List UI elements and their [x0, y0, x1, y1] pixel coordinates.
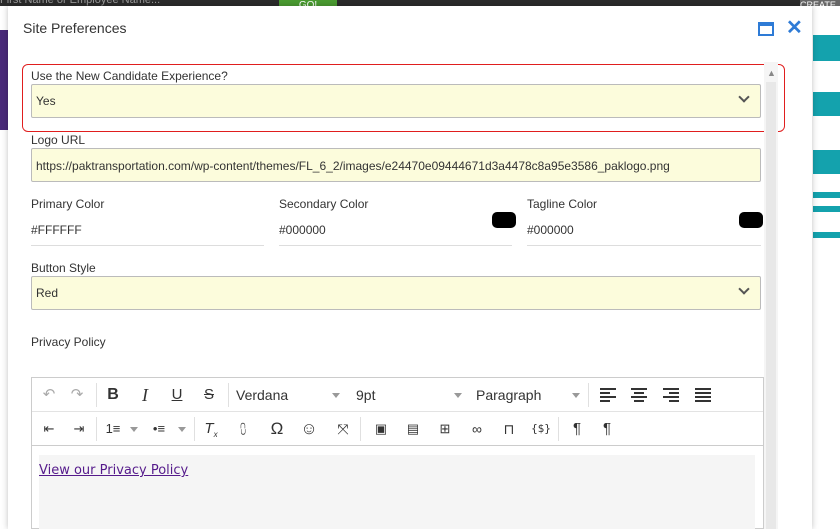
bold-icon[interactable]: B: [100, 382, 126, 408]
font-size-value: 9pt: [356, 387, 376, 403]
background-stripe: [813, 150, 840, 174]
font-family-dropdown[interactable]: Verdana: [236, 382, 346, 408]
insert-link-icon[interactable]: ∞: [464, 416, 490, 442]
caret-down-icon: [572, 393, 580, 398]
secondary-color-label: Secondary Color: [279, 197, 369, 211]
toolbar-divider: [588, 383, 589, 407]
block-format-dropdown[interactable]: Paragraph: [476, 382, 586, 408]
caret-down-icon: [332, 393, 340, 398]
caret-down-icon[interactable]: [130, 427, 138, 432]
editor-toolbar-row-1: ↶ ↷ B I U S Verdana 9pt Paragraph: [32, 378, 763, 412]
numbered-list-icon[interactable]: 1≡: [100, 416, 126, 442]
background-stripe: [813, 232, 840, 238]
background-stripe: [813, 192, 840, 198]
close-icon[interactable]: ✕: [786, 17, 803, 39]
insert-video-icon[interactable]: ▤: [400, 416, 426, 442]
button-style-label: Button Style: [31, 261, 96, 275]
strikethrough-icon[interactable]: S: [196, 382, 222, 408]
secondary-color-input[interactable]: #000000: [279, 212, 512, 246]
tagline-color-label: Tagline Color: [527, 197, 598, 211]
emoji-icon[interactable]: ☺: [296, 416, 322, 442]
rtl-direction-icon[interactable]: ¶: [594, 416, 620, 442]
primary-color-value: #FFFFFF: [31, 223, 82, 237]
dialog-scrollbar[interactable]: ▲: [764, 62, 778, 529]
align-justify-icon[interactable]: [695, 388, 711, 402]
background-stripe: [813, 35, 840, 61]
italic-icon[interactable]: I: [132, 382, 158, 408]
font-size-dropdown[interactable]: 9pt: [356, 382, 466, 408]
toolbar-divider: [558, 417, 559, 441]
align-right-icon[interactable]: [663, 388, 679, 402]
highlight-annotation: [22, 64, 785, 132]
primary-color-label: Primary Color: [31, 197, 105, 211]
dialog-header: Site Preferences ✕: [8, 6, 812, 50]
caret-down-icon[interactable]: [178, 427, 186, 432]
source-code-icon[interactable]: {$}: [528, 416, 554, 442]
align-left-icon[interactable]: [600, 388, 616, 402]
privacy-policy-label: Privacy Policy: [31, 335, 106, 349]
scroll-up-icon[interactable]: ▲: [767, 68, 776, 78]
chevron-down-icon: [738, 283, 750, 295]
underline-icon[interactable]: U: [164, 382, 190, 408]
align-center-icon[interactable]: [631, 388, 647, 402]
background-stripe: [813, 92, 840, 116]
dialog-body: Use the New Candidate Experience? Yes Lo…: [14, 62, 785, 529]
page-break-icon[interactable]: ⩇: [230, 416, 256, 442]
privacy-policy-link[interactable]: View our Privacy Policy: [39, 463, 188, 478]
undo-icon[interactable]: ↶: [36, 382, 62, 408]
special-character-icon[interactable]: Ω: [264, 416, 290, 442]
indent-icon[interactable]: ⇥: [66, 416, 92, 442]
redo-icon[interactable]: ↷: [64, 382, 90, 408]
editor-toolbar-row-2: ⇤ ⇥ 1≡ •≡ Tx ⩇ Ω ☺ ⤧ ▣ ▤ ⊞ ∞ ⊓ {$} ¶ ¶: [32, 412, 763, 446]
privacy-policy-editor: ↶ ↷ B I U S Verdana 9pt Paragraph ⇤ ⇥ 1≡…: [31, 377, 764, 529]
bookmark-icon[interactable]: ⊓: [496, 416, 522, 442]
editor-content-area[interactable]: View our Privacy Policy: [39, 455, 755, 529]
dialog-title: Site Preferences: [23, 20, 127, 36]
secondary-color-value: #000000: [279, 223, 326, 237]
tagline-color-input[interactable]: #000000: [527, 212, 761, 246]
insert-image-icon[interactable]: ▣: [368, 416, 394, 442]
toolbar-divider: [96, 383, 97, 407]
logo-url-label: Logo URL: [31, 133, 86, 147]
outdent-icon[interactable]: ⇤: [36, 416, 62, 442]
preferences-form: Use the New Candidate Experience? Yes Lo…: [14, 62, 785, 529]
insert-table-icon[interactable]: ⊞: [432, 416, 458, 442]
toolbar-divider: [194, 417, 195, 441]
site-preferences-dialog: Site Preferences ✕ Use the New Candidate…: [8, 6, 812, 529]
button-style-value: Red: [36, 286, 59, 300]
maximize-icon[interactable]: [758, 22, 774, 36]
secondary-color-swatch[interactable]: [492, 212, 516, 228]
button-style-select[interactable]: Red: [31, 276, 761, 310]
caret-down-icon: [454, 393, 462, 398]
scroll-thumb[interactable]: [766, 82, 776, 529]
block-format-value: Paragraph: [476, 387, 542, 403]
fullscreen-icon[interactable]: ⤧: [330, 416, 356, 442]
bulleted-list-icon[interactable]: •≡: [146, 416, 172, 442]
logo-url-input[interactable]: https://paktransportation.com/wp-content…: [31, 148, 761, 182]
toolbar-divider: [228, 383, 229, 407]
toolbar-divider: [96, 417, 97, 441]
tagline-color-value: #000000: [527, 223, 574, 237]
background-stripe: [813, 206, 840, 212]
font-family-value: Verdana: [236, 387, 289, 403]
toolbar-divider: [360, 417, 361, 441]
primary-color-input[interactable]: #FFFFFF: [31, 212, 264, 246]
clear-formatting-icon[interactable]: Tx: [198, 416, 224, 442]
ltr-direction-icon[interactable]: ¶: [564, 416, 590, 442]
tagline-color-swatch[interactable]: [739, 212, 763, 228]
